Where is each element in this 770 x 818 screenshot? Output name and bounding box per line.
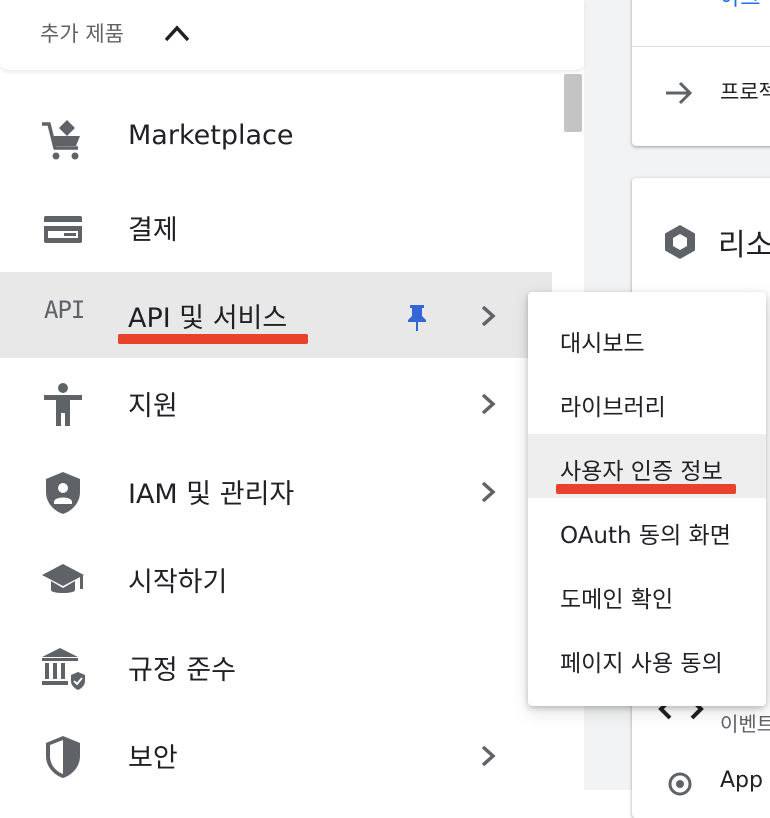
arrow-right-icon [666,81,693,105]
bank-verified-icon [42,648,85,690]
project-card: 아크 프로젝 [632,0,770,146]
nav-item-security[interactable]: 보안 [0,712,552,798]
card-divider [632,46,770,47]
nav-item-label: Marketplace [128,120,294,151]
navigation-menu: 추가 제품 Marketplace 결제 API API 및 서비스 지원 IA… [0,0,584,790]
nav-item-iam-admin[interactable]: IAM 및 관리자 [0,448,552,534]
submenu-item-label: 사용자 인증 정보 [560,459,723,485]
shield-person-icon [46,472,80,514]
submenu-item-label: 대시보드 [560,331,645,357]
submenu-item-domain-verification[interactable]: 도메인 확인 [528,562,766,626]
submenu-item-label: 도메인 확인 [560,587,674,613]
submenu-item-library[interactable]: 라이브러리 [528,370,766,434]
submenu-item-page-usage-agreements[interactable]: 페이지 사용 동의 [528,626,766,690]
person-icon [44,383,82,426]
cart-icon [42,120,80,160]
credit-card-icon [44,216,82,243]
chevron-right-icon [481,745,496,767]
app-icon [668,772,692,796]
chevron-right-icon [481,481,496,503]
nav-item-label: 규정 준수 [128,655,236,686]
nav-item-label: IAM 및 관리자 [128,479,295,510]
submenu-item-oauth-consent[interactable]: OAuth 동의 화면 [528,498,766,562]
api-icon: API [44,296,85,324]
chevron-up-icon[interactable] [162,22,192,44]
pin-icon[interactable] [404,302,430,332]
nav-item-label: API 및 서비스 [128,303,288,334]
shield-icon [46,736,80,778]
submenu-item-label: 라이브러리 [560,395,666,421]
resources-title: 리소 [718,228,770,263]
nav-item-marketplace[interactable]: Marketplace [0,96,552,182]
annotation-underline [556,484,736,494]
nav-item-label: 시작하기 [128,567,228,598]
nav-item-label: 지원 [128,391,178,422]
card-top-link[interactable]: 아크 [720,0,760,12]
event-label: 이벤트 [720,712,770,736]
api-services-submenu: 대시보드 라이브러리 사용자 인증 정보 OAuth 동의 화면 도메인 확인 … [528,292,766,706]
nav-item-billing[interactable]: 결제 [0,184,552,270]
resource-hexagon-icon [665,225,695,259]
nav-item-label: 결제 [128,215,178,246]
project-link[interactable]: 프로젝 [720,76,770,106]
graduation-cap-icon [42,564,84,593]
chevron-right-icon [481,305,496,327]
annotation-underline [118,334,308,344]
nav-item-getting-started[interactable]: 시작하기 [0,536,552,622]
submenu-item-label: 페이지 사용 동의 [560,651,723,677]
nav-item-support[interactable]: 지원 [0,360,552,446]
chevron-right-icon [481,393,496,415]
more-products-header[interactable]: 추가 제품 [0,0,584,71]
more-products-label: 추가 제품 [40,22,124,46]
scrollbar-thumb[interactable] [564,74,582,132]
app-label[interactable]: App [720,768,763,793]
submenu-item-dashboard[interactable]: 대시보드 [528,306,766,370]
nav-item-api-services[interactable]: API API 및 서비스 [0,272,552,358]
nav-item-compliance[interactable]: 규정 준수 [0,624,552,710]
nav-item-label: 보안 [128,743,178,774]
submenu-item-label: OAuth 동의 화면 [560,523,731,549]
